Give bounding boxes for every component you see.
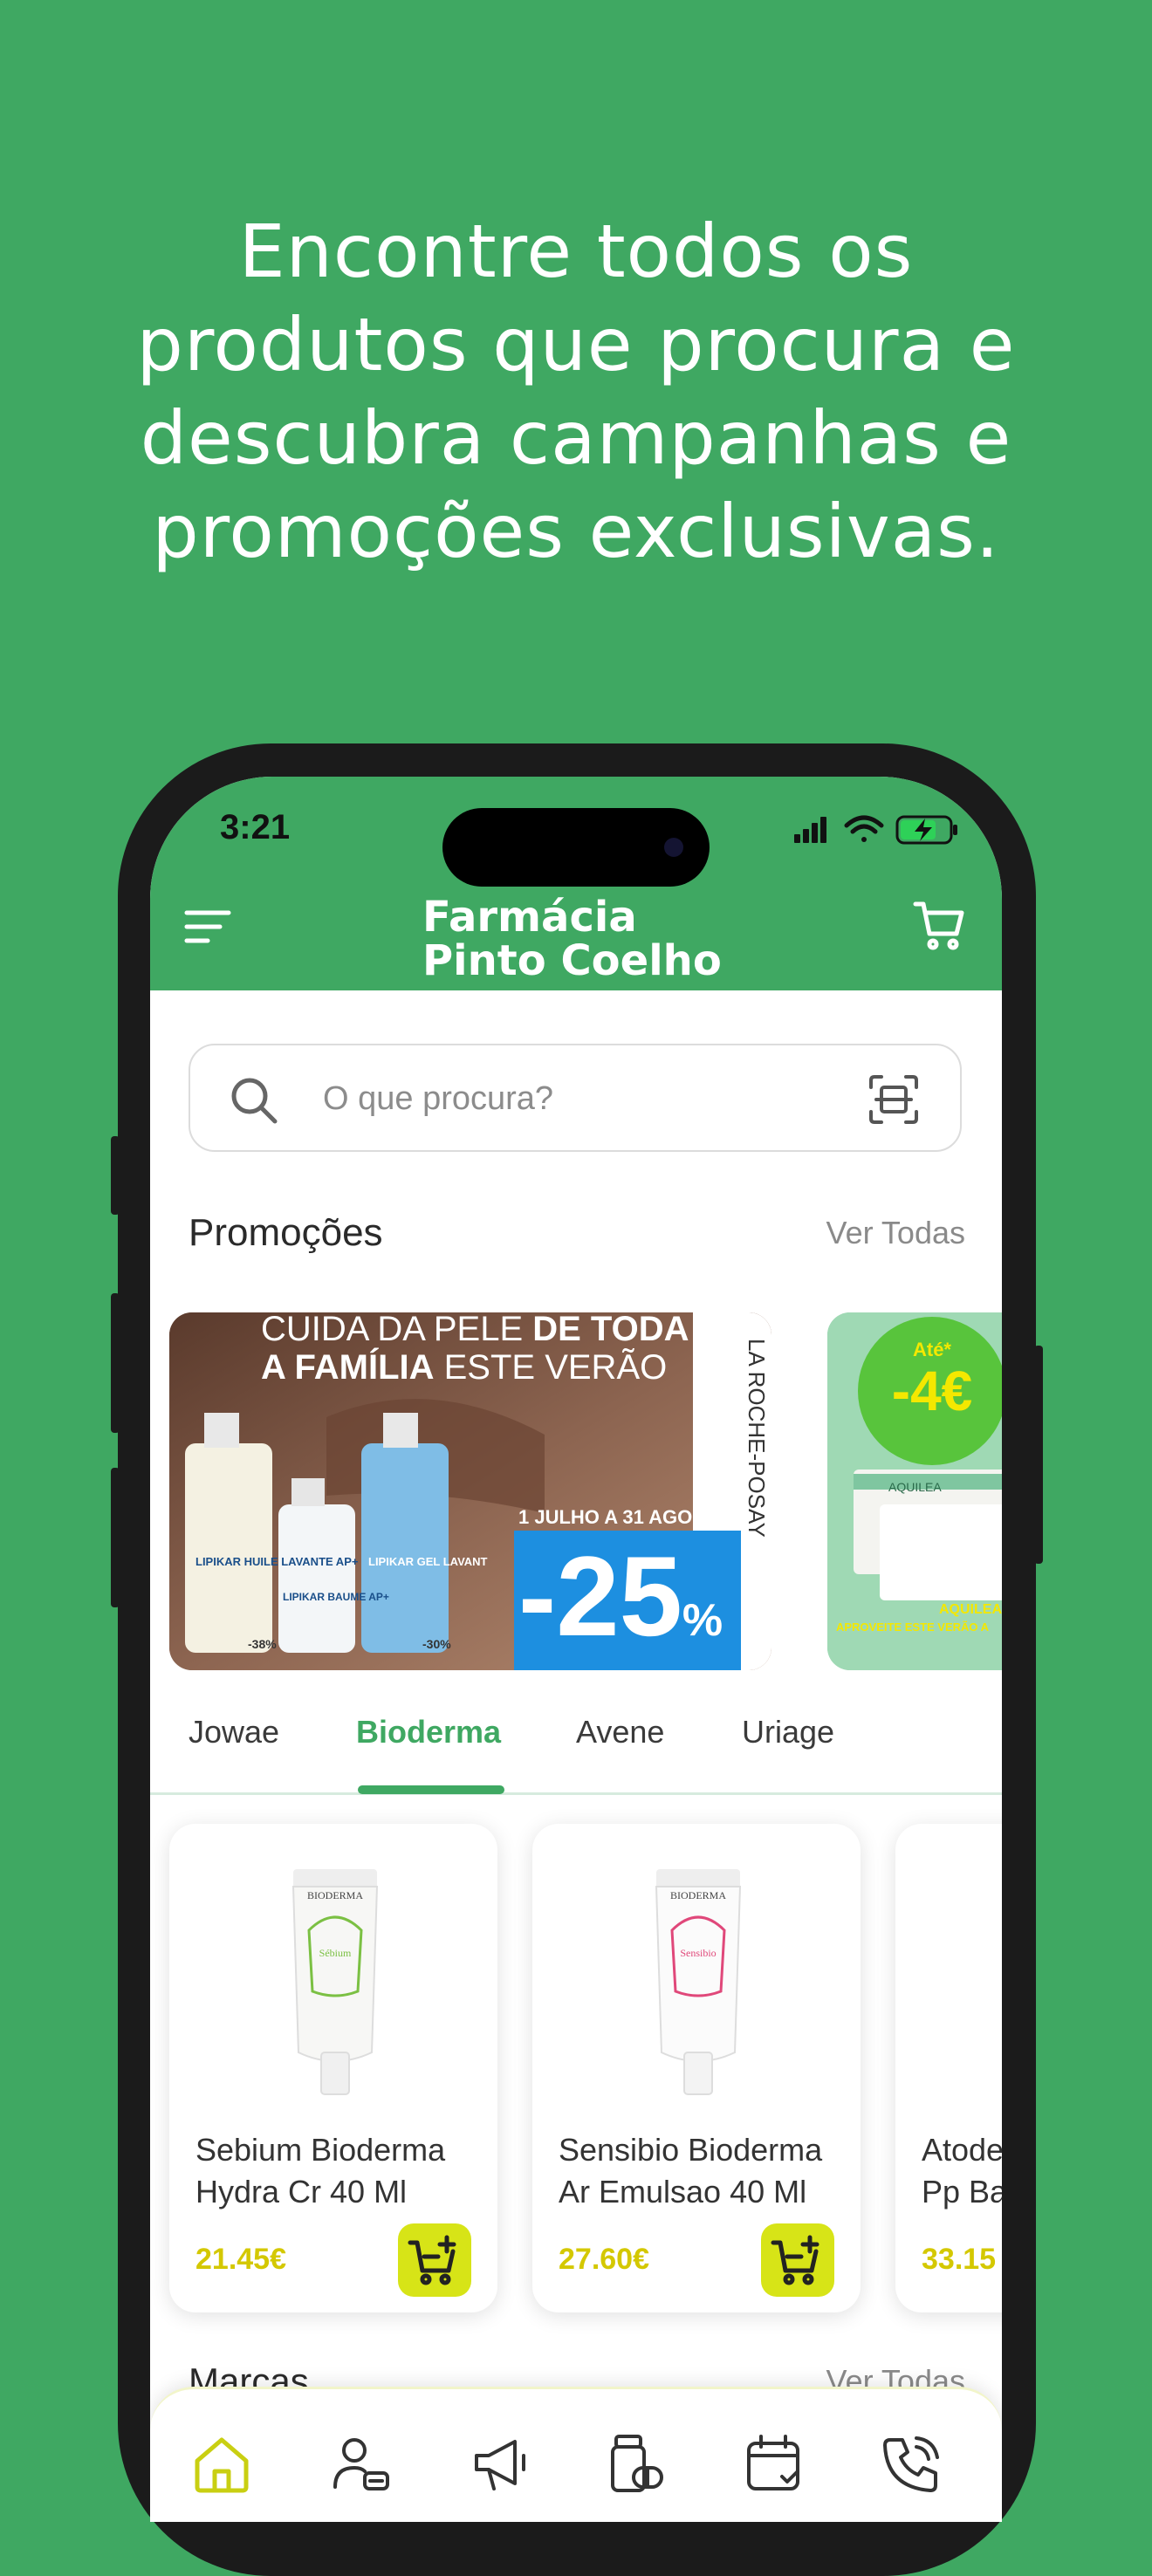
phone-power-button <box>1034 1346 1043 1564</box>
cart-plus-icon <box>771 2235 819 2285</box>
product-image: BIODERMA Sensibio <box>655 1869 742 2095</box>
signal-icon <box>794 817 826 843</box>
product-name: Sensibio Bioderma Ar Emulsao 40 Ml <box>559 2132 823 2209</box>
tab-bioderma[interactable]: Bioderma <box>356 1714 501 1750</box>
svg-text:BIODERMA: BIODERMA <box>307 1889 363 1901</box>
product-card[interactable]: Atode Pp Ba 33.15 <box>895 1824 1002 2312</box>
app-screen: 3:21 Farmácia Pinto Coelho O que procura… <box>150 777 1002 2522</box>
bottle-tag-1: -38% <box>248 1637 277 1651</box>
home-icon[interactable] <box>190 2433 253 2496</box>
promo-banner-la-roche-posay[interactable]: LA ROCHE-POSAY CUIDA DA PELE DE TODA A F… <box>169 1312 771 1670</box>
brand-tabs: Jowae Bioderma Avene Uriage <box>150 1710 1002 1795</box>
promotions-title: Promoções <box>189 1211 383 1254</box>
dynamic-island <box>442 808 710 887</box>
svg-text:Sensibio: Sensibio <box>680 1947 716 1959</box>
calendar-icon[interactable] <box>744 2433 806 2496</box>
status-icons <box>794 815 957 845</box>
bottom-navigation <box>150 2387 1002 2522</box>
banner-graphic: LA ROCHE-POSAY CUIDA DA PELE DE TODA A F… <box>169 1312 771 1670</box>
banner-headline-1: CUIDA DA PELE DE TODA <box>261 1312 689 1348</box>
product-price: 21.45€ <box>195 2243 286 2276</box>
menu-icon[interactable] <box>182 908 234 946</box>
banner-dates: 1 JULHO A 31 AGOSTO <box>518 1506 731 1528</box>
bottle-label-2: LIPIKAR BAUME AP+ <box>283 1591 389 1603</box>
tab-uriage[interactable]: Uriage <box>742 1714 834 1750</box>
product-price: 27.60€ <box>559 2243 649 2276</box>
megaphone-icon[interactable] <box>470 2433 532 2496</box>
cart-icon[interactable] <box>913 899 967 953</box>
search-input[interactable] <box>321 1072 813 1126</box>
banner2-footer: APROVEITE ESTE VERÃO A <box>836 1620 990 1634</box>
banner2-discount: -4€ <box>892 1360 973 1422</box>
svg-text:Sébium: Sébium <box>319 1947 352 1959</box>
promo-banner-aquilea[interactable]: Até* -4€ AQUILEA AQUILEA APROVEITE ESTE … <box>827 1312 1002 1670</box>
bottle-label-3: LIPIKAR GEL LAVANT <box>368 1555 488 1568</box>
logo-line-1: Farmácia <box>422 893 637 942</box>
headline-line-1: Encontre todos os <box>238 209 914 294</box>
app-header: 3:21 Farmácia Pinto Coelho <box>150 777 1002 990</box>
bottle-label-1: LIPIKAR HUILE LAVANTE AP+ <box>195 1555 359 1568</box>
banner2-brand: AQUILEA <box>888 1480 942 1494</box>
product-name-partial: Atode Pp Ba <box>922 2132 1002 2209</box>
battery-icon <box>895 815 957 845</box>
headline-line-2: produtos que procura e <box>136 302 1016 387</box>
phone-volume-up <box>111 1293 120 1433</box>
cart-plus-icon <box>408 2235 456 2285</box>
tab-avene[interactable]: Avene <box>576 1714 664 1750</box>
profile-icon[interactable] <box>330 2433 393 2496</box>
promotions-see-all-link[interactable]: Ver Todas <box>826 1215 965 1251</box>
banner-brand-text: LA ROCHE-POSAY <box>744 1339 770 1538</box>
camera-icon <box>664 838 683 857</box>
tab-jowae[interactable]: Jowae <box>189 1714 279 1750</box>
active-tab-indicator <box>358 1785 504 1794</box>
wifi-icon <box>844 815 884 842</box>
banner2-upto: Até* <box>913 1339 951 1360</box>
banner2-brand-2: AQUILEA <box>939 1602 1002 1617</box>
phone-volume-down <box>111 1468 120 1607</box>
bottle-tag-2: -30% <box>422 1637 451 1651</box>
barcode-scan-icon[interactable] <box>867 1073 920 1126</box>
product-price: 33.15 <box>922 2243 997 2276</box>
add-to-cart-button[interactable] <box>761 2223 834 2297</box>
headline-line-4: promoções exclusivas. <box>152 489 1000 574</box>
product-name: Sebium Bioderma Hydra Cr 40 Ml <box>195 2132 446 2209</box>
banner2-graphic: Até* -4€ AQUILEA AQUILEA APROVEITE ESTE … <box>827 1312 1002 1670</box>
product-card[interactable]: BIODERMA Sébium Sebium Bioderma Hydra Cr… <box>169 1824 497 2312</box>
search-bar[interactable] <box>189 1044 962 1152</box>
product-image: BIODERMA Sébium <box>291 1869 379 2095</box>
status-time: 3:21 <box>220 808 291 846</box>
pharmacy-logo[interactable]: Farmácia Pinto Coelho <box>422 895 722 983</box>
svg-text:BIODERMA: BIODERMA <box>670 1889 726 1901</box>
product-card[interactable]: BIODERMA Sensibio Sensibio Bioderma Ar E… <box>532 1824 861 2312</box>
banner-headline-2: A FAMÍLIA ESTE VERÃO <box>261 1347 667 1387</box>
logo-line-2: Pinto Coelho <box>422 936 722 985</box>
pills-icon[interactable] <box>604 2433 667 2496</box>
search-icon <box>231 1078 278 1124</box>
add-to-cart-button[interactable] <box>398 2223 471 2297</box>
headline: Encontre todos os produtos que procura e… <box>0 205 1152 579</box>
phone-icon[interactable] <box>880 2433 943 2496</box>
headline-line-3: descubra campanhas e <box>140 395 1012 481</box>
phone-side-button <box>111 1136 120 1215</box>
